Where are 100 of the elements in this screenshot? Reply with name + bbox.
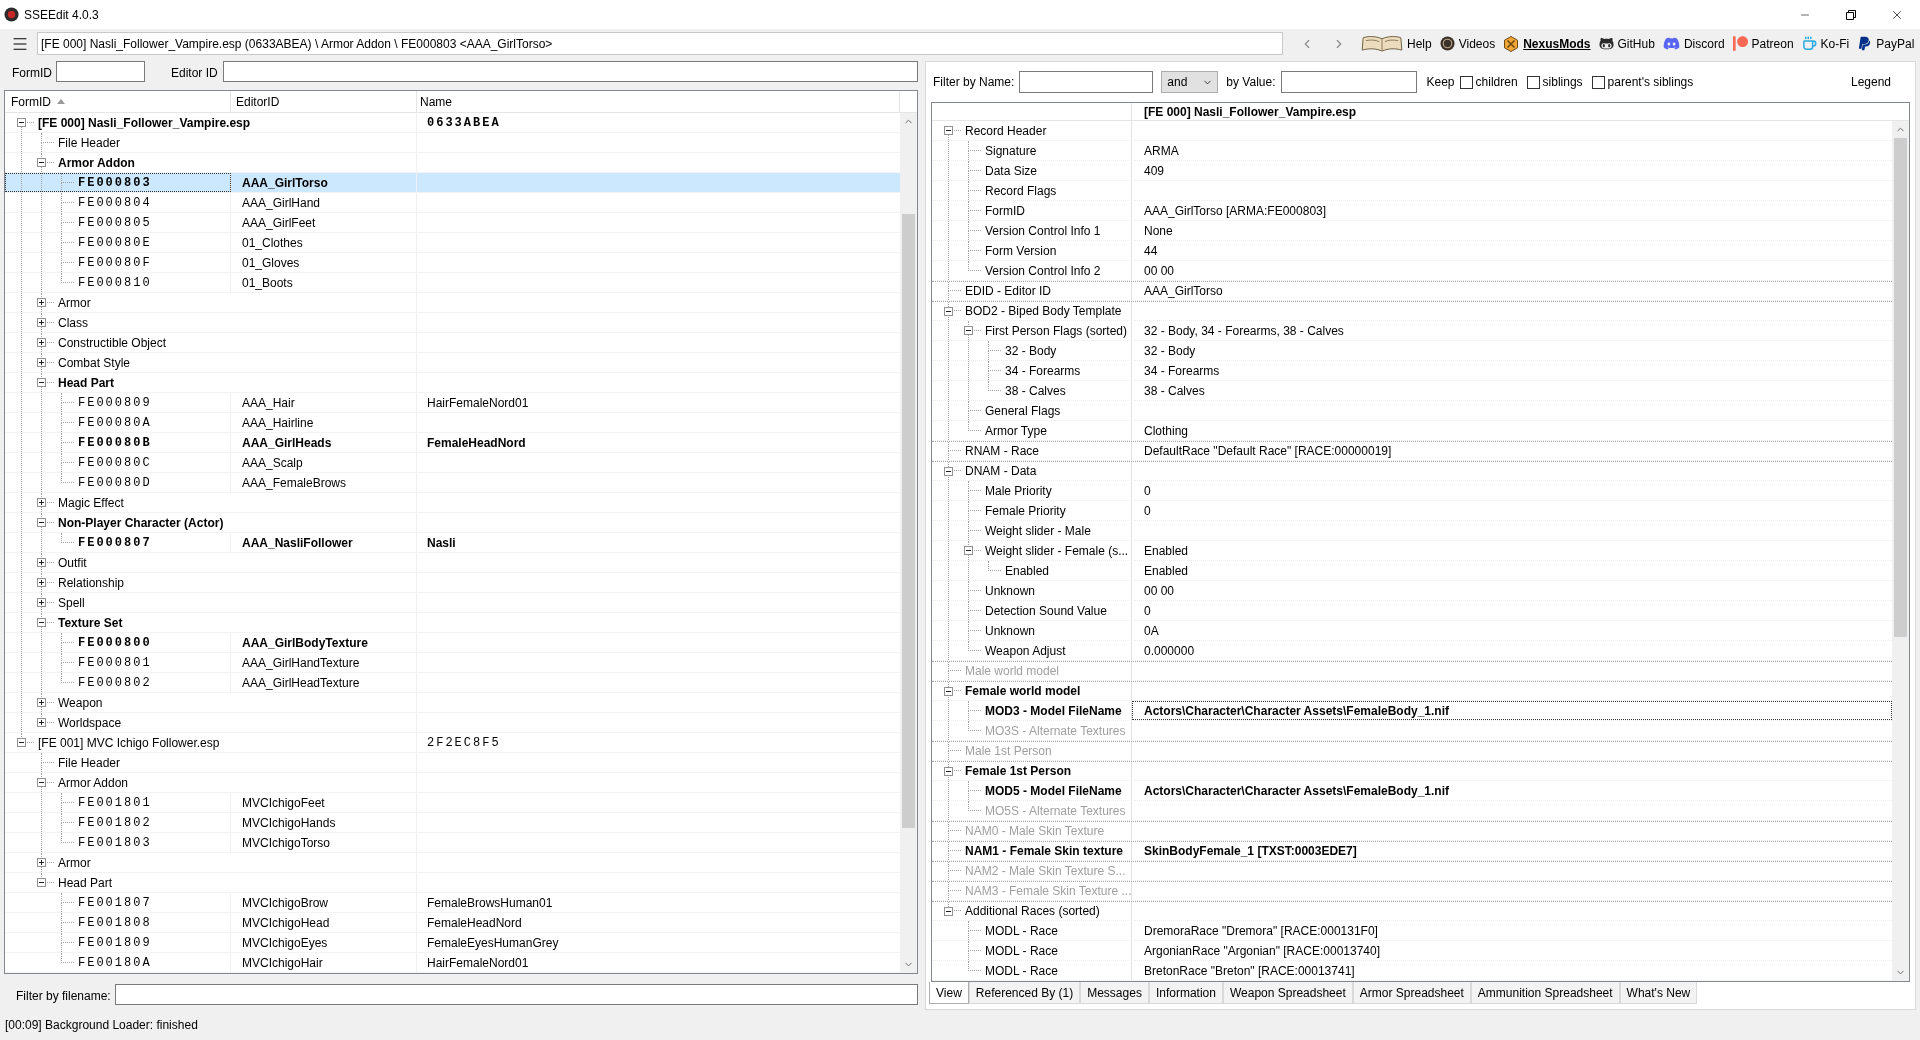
record-row[interactable]: Version Control Info 2 00 00	[932, 261, 1892, 281]
tab[interactable]: Ammunition Spreadsheet	[1470, 982, 1620, 1004]
record-row[interactable]: MOD5 - Model FileName Actors\Character\Character Assets\FemaleBody_1.nif	[932, 781, 1892, 801]
minus-box-icon[interactable]	[944, 687, 953, 696]
tree-row[interactable]: File Header	[5, 133, 900, 153]
tree-row[interactable]: FE000804 AAA_GirlHand	[5, 193, 900, 213]
tree-row[interactable]: FE00080D AAA_FemaleBrows	[5, 473, 900, 493]
minus-box-icon[interactable]	[964, 326, 973, 335]
filename-filter-field[interactable]	[114, 984, 918, 1005]
tree-row[interactable]: FE001807 MVCIchigoBrow FemaleBrowsHuman01	[5, 893, 900, 913]
tab[interactable]: Information	[1148, 982, 1223, 1004]
tree-row[interactable]: Class	[5, 313, 900, 333]
record-row[interactable]: Female world model	[932, 681, 1892, 701]
tree-row[interactable]: Armor	[5, 853, 900, 873]
tree-row[interactable]: Combat Style	[5, 353, 900, 373]
toolbar-link[interactable]: Patreon	[1732, 34, 1794, 53]
checkbox[interactable]	[1459, 75, 1473, 89]
record-row[interactable]: Version Control Info 1 None	[932, 221, 1892, 241]
toolbar-link[interactable]: Discord	[1662, 34, 1725, 53]
operator-dropdown[interactable]: and	[1161, 71, 1219, 93]
tree-row[interactable]: FE00080B AAA_GirlHeads FemaleHeadNord	[5, 433, 900, 453]
tree-row[interactable]: Worldspace	[5, 713, 900, 733]
minus-box-icon[interactable]	[944, 307, 953, 316]
tree-row[interactable]: Constructible Object	[5, 333, 900, 353]
record-row[interactable]: Detection Sound Value 0	[932, 601, 1892, 621]
plus-box-icon[interactable]	[37, 498, 46, 507]
record-row[interactable]: MODL - Race BretonRace "Breton" [RACE:00013741]	[932, 961, 1892, 981]
record-row[interactable]: Data Size 409	[932, 161, 1892, 181]
tree-row[interactable]: Armor Addon	[5, 153, 900, 173]
plus-box-icon[interactable]	[37, 338, 46, 347]
record-row[interactable]: MOD3 - Model FileName Actors\Character\Character Assets\FemaleBody_1.nif	[932, 701, 1892, 721]
record-row[interactable]: MODL - Race DremoraRace "Dremora" [RACE:000131F0]	[932, 921, 1892, 941]
record-row[interactable]: MODL - Race ArgonianRace "Argonian" [RACE:00013740]	[932, 941, 1892, 961]
minus-box-icon[interactable]	[37, 878, 46, 887]
record-row[interactable]: BOD2 - Biped Body Template	[932, 301, 1892, 321]
tree-row[interactable]: Magic Effect	[5, 493, 900, 513]
tree-row[interactable]: FE000810 01_Boots	[5, 273, 900, 293]
scrollbar-thumb[interactable]	[902, 214, 915, 828]
minus-box-icon[interactable]	[37, 378, 46, 387]
record-row[interactable]: FormID AAA_GirlTorso [ARMA:FE000803]	[932, 201, 1892, 221]
toolbar-link[interactable]: NexusMods	[1503, 34, 1591, 53]
tree-row[interactable]: FE000805 AAA_GirlFeet	[5, 213, 900, 233]
record-row[interactable]: Record Flags	[932, 181, 1892, 201]
record-row[interactable]: 32 - Body 32 - Body	[932, 341, 1892, 361]
record-row[interactable]: Weight slider - Female (s... Enabled	[932, 541, 1892, 561]
tree-row[interactable]: FE00080A AAA_Hairline	[5, 413, 900, 433]
plus-box-icon[interactable]	[37, 358, 46, 367]
tree-row[interactable]: FE00080C AAA_Scalp	[5, 453, 900, 473]
tree-row[interactable]: FE000800 AAA_GirlBodyTexture	[5, 633, 900, 653]
tree-row[interactable]: Head Part	[5, 873, 900, 893]
record-row[interactable]: Female 1st Person	[932, 761, 1892, 781]
plus-box-icon[interactable]	[37, 578, 46, 587]
tree-row[interactable]: FE000802 AAA_GirlHeadTexture	[5, 673, 900, 693]
tab[interactable]: Referenced By (1)	[968, 982, 1081, 1004]
tab[interactable]: Armor Spreadsheet	[1352, 982, 1471, 1004]
name-filter-field[interactable]	[1019, 71, 1154, 93]
tree-row[interactable]: FE000807 AAA_NasliFollower Nasli	[5, 533, 900, 553]
minus-box-icon[interactable]	[37, 158, 46, 167]
checkbox[interactable]	[1526, 75, 1540, 89]
record-row[interactable]: DNAM - Data	[932, 461, 1892, 481]
plus-box-icon[interactable]	[37, 698, 46, 707]
path-field[interactable]: [FE 000] Nasli_Follower_Vampire.esp (0633ABEA) \ Armor Addon \ FE000803 <AAA_GirlTorso>	[37, 32, 1283, 55]
tab[interactable]: What's New	[1619, 982, 1698, 1004]
record-row[interactable]: 34 - Forearms 34 - Forearms	[932, 361, 1892, 381]
tree-row[interactable]: Texture Set	[5, 613, 900, 633]
tab[interactable]: Weapon Spreadsheet	[1222, 982, 1353, 1004]
plus-box-icon[interactable]	[37, 558, 46, 567]
tree-row[interactable]: Armor Addon	[5, 773, 900, 793]
record-row[interactable]: Additional Races (sorted)	[932, 901, 1892, 921]
vertical-scrollbar[interactable]	[900, 113, 917, 973]
tab[interactable]: Messages	[1080, 982, 1149, 1004]
record-row[interactable]: Female Priority 0	[932, 501, 1892, 521]
record-row[interactable]: Record Header	[932, 121, 1892, 141]
record-row[interactable]: General Flags	[932, 401, 1892, 421]
record-row[interactable]: NAM1 - Female Skin texture SkinBodyFemale_1 [TXST:0003EDE7]	[932, 841, 1892, 861]
record-row[interactable]: Enabled Enabled	[932, 561, 1892, 581]
tree-row[interactable]: FE001802 MVCIchigoHands	[5, 813, 900, 833]
plus-box-icon[interactable]	[37, 318, 46, 327]
tree-row[interactable]: FE000801 AAA_GirlHandTexture	[5, 653, 900, 673]
minus-box-icon[interactable]	[964, 546, 973, 555]
editor-id-field[interactable]	[222, 61, 918, 82]
tree-row[interactable]: FE00180A MVCIchigoHair HairFemaleNord01	[5, 953, 900, 973]
plus-box-icon[interactable]	[37, 718, 46, 727]
tree-row[interactable]: Armor	[5, 293, 900, 313]
record-row[interactable]: Unknown 00 00	[932, 581, 1892, 601]
record-row[interactable]: RNAM - Race DefaultRace "Default Race" [RACE:00000019]	[932, 441, 1892, 461]
vertical-scrollbar[interactable]	[1892, 121, 1909, 981]
toolbar-link[interactable]: Help	[1361, 34, 1432, 53]
minus-box-icon[interactable]	[944, 467, 953, 476]
record-row[interactable]: Form Version 44	[932, 241, 1892, 261]
tree-row[interactable]: Spell	[5, 593, 900, 613]
tree-row[interactable]: [FE 000] Nasli_Follower_Vampire.esp 0633ABEA	[5, 113, 900, 133]
column-header[interactable]: Name	[417, 91, 900, 112]
toolbar-link[interactable]: GitHub	[1598, 34, 1655, 53]
tree-row[interactable]: Head Part	[5, 373, 900, 393]
plus-box-icon[interactable]	[37, 298, 46, 307]
form-id-field[interactable]	[56, 61, 145, 82]
record-row[interactable]: Armor Type Clothing	[932, 421, 1892, 441]
toolbar-link[interactable]: Videos	[1439, 34, 1496, 53]
record-row[interactable]: 38 - Calves 38 - Calves	[932, 381, 1892, 401]
